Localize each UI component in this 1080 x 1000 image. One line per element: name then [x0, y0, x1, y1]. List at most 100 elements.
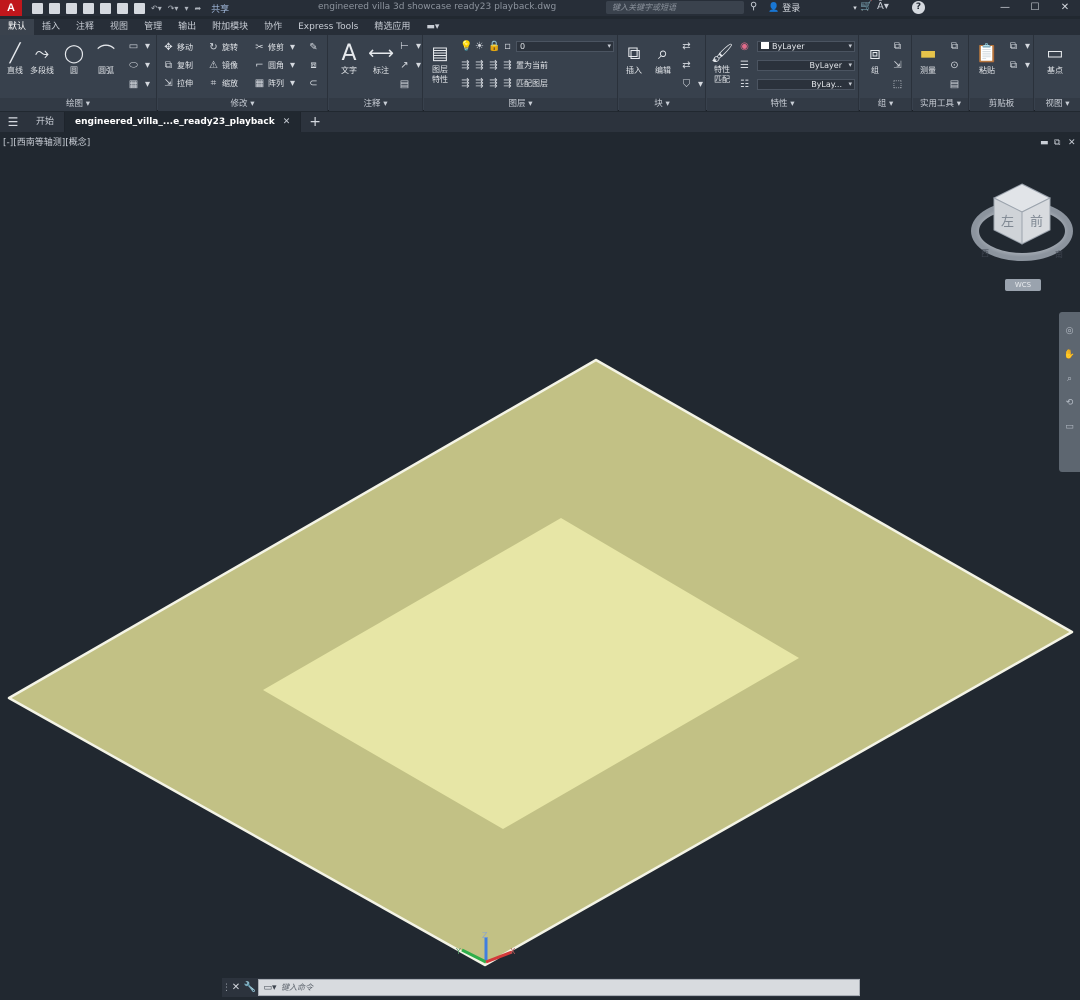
color-swatch-icon[interactable]: ▫: [502, 41, 513, 52]
panel-title-properties[interactable]: 特性 ▾: [707, 98, 858, 111]
array-tool[interactable]: ▦ 阵列 ▾: [254, 78, 298, 89]
erase-tool[interactable]: ✎: [308, 42, 319, 53]
drawing-viewport[interactable]: Z Y X 左 前 西 南 [-][西南等轴测][概念] ▬ ⧉ ✕ WCS ◎…: [0, 132, 1080, 977]
ribbon-toggle-icon[interactable]: ▬▾: [418, 19, 447, 35]
polyline-tool[interactable]: ⤳ 多段线: [30, 41, 54, 76]
layer-unlock-icon[interactable]: ⇶: [502, 78, 513, 89]
mirror-tool[interactable]: ⚠ 镜像: [208, 60, 238, 71]
layer-lock-icon[interactable]: ⇶: [502, 60, 513, 71]
layer-off-icon[interactable]: ⇶: [460, 60, 471, 71]
help-icon[interactable]: ?: [912, 1, 925, 14]
tab-express-tools[interactable]: Express Tools: [290, 19, 366, 35]
point-id-tool[interactable]: ⊙: [949, 60, 960, 71]
panel-title-modify[interactable]: 修改 ▾: [158, 98, 327, 111]
lock-icon[interactable]: 🔒: [488, 41, 500, 52]
autodesk-account-icon[interactable]: Ā▾: [877, 1, 889, 12]
dimension-tool[interactable]: ⟷ 标注: [368, 41, 394, 76]
edit-block-tool[interactable]: ⌕ 编辑: [651, 41, 675, 76]
panel-title-annotation[interactable]: 注释 ▾: [329, 98, 422, 111]
tab-featured-apps[interactable]: 精选应用: [366, 19, 418, 35]
search-icon[interactable]: ⚲: [750, 1, 757, 12]
login-button[interactable]: 👤 登录 ▾: [768, 1, 857, 15]
move-tool[interactable]: ✥ 移动: [163, 42, 193, 53]
leader-tool[interactable]: ↗ ▾: [399, 60, 424, 71]
command-line-customize-icon[interactable]: 🔧: [242, 982, 258, 993]
linear-dim-tool[interactable]: ⊢ ▾: [399, 41, 424, 52]
close-icon[interactable]: ✕: [1050, 0, 1080, 16]
command-line-close-icon[interactable]: ✕: [230, 982, 242, 993]
app-menu-button[interactable]: A: [0, 0, 22, 16]
tab-manage[interactable]: 管理: [136, 19, 170, 35]
panel-title-groups[interactable]: 组 ▾: [860, 98, 911, 111]
hatch-tool[interactable]: ⬭ ▾: [128, 60, 153, 71]
fillet-tool[interactable]: ⌐ 圆角 ▾: [254, 60, 298, 71]
layer-freeze-icon[interactable]: ⇶: [488, 60, 499, 71]
panel-title-layers[interactable]: 图层 ▾: [424, 98, 617, 111]
panel-title-clipboard[interactable]: 剪贴板: [970, 98, 1033, 111]
viewport-restore-icon[interactable]: ⧉: [1054, 138, 1060, 148]
group-edit-tool[interactable]: ⇲: [892, 60, 903, 71]
showmotion-icon[interactable]: ▭: [1059, 422, 1080, 432]
insert-block-tool[interactable]: ⧉ 插入: [622, 41, 646, 76]
layer-thaw-icon[interactable]: ⇶: [488, 78, 499, 89]
panel-title-draw[interactable]: 绘图 ▾: [0, 98, 156, 111]
tab-addins[interactable]: 附加模块: [204, 19, 256, 35]
set-current-button[interactable]: 置为当前: [516, 60, 548, 71]
panel-title-utilities[interactable]: 实用工具 ▾: [913, 98, 968, 111]
offset-tool[interactable]: ⊂: [308, 78, 319, 89]
tab-annotate[interactable]: 注释: [68, 19, 102, 35]
arc-tool[interactable]: ⌒ 圆弧: [94, 41, 118, 76]
tab-default[interactable]: 默认: [0, 19, 35, 35]
linetype-dropdown[interactable]: ByLayer ▾: [757, 60, 855, 71]
circle-tool[interactable]: ◯ 圆: [62, 41, 86, 76]
rotate-tool[interactable]: ↻ 旋转: [208, 42, 238, 53]
trim-tool[interactable]: ✂ 修剪 ▾: [254, 42, 298, 53]
layer-dropdown[interactable]: 0 ▾: [516, 41, 614, 52]
tab-drawing-active[interactable]: engineered_villa_...e_ready23_playback ✕: [65, 112, 302, 132]
tab-start[interactable]: 开始: [26, 112, 66, 132]
tab-view[interactable]: 视图: [102, 19, 136, 35]
viewport-minimize-icon[interactable]: ▬: [1040, 138, 1049, 148]
sun-icon[interactable]: ☀: [474, 41, 485, 52]
measure-tool[interactable]: ▬ 测量: [916, 41, 940, 76]
navigation-bar[interactable]: ◎ ✋ ⌕ ⟲ ▭: [1059, 312, 1080, 472]
copy-tool[interactable]: ⧉ 复制: [163, 60, 193, 71]
quick-select-tool[interactable]: ⧉: [949, 41, 960, 52]
viewport-controls-label[interactable]: [-][西南等轴测][概念]: [3, 135, 90, 148]
plot-icon[interactable]: [134, 2, 145, 14]
zoom-icon[interactable]: ⌕: [1059, 374, 1080, 384]
hamburger-menu-icon[interactable]: ☰: [0, 115, 26, 129]
orbit-icon[interactable]: ⟲: [1059, 398, 1080, 408]
open-icon[interactable]: [49, 2, 60, 14]
explode-tool[interactable]: ⧈: [308, 60, 319, 71]
tab-collaborate[interactable]: 协作: [256, 19, 290, 35]
paste-tool[interactable]: 📋 粘贴: [975, 41, 999, 76]
close-tab-icon[interactable]: ✕: [283, 112, 291, 132]
table-tool[interactable]: ▤: [399, 79, 410, 90]
line-tool[interactable]: ╱ 直线: [3, 41, 27, 76]
viewport-close-icon[interactable]: ✕: [1068, 138, 1076, 148]
ungroup-tool[interactable]: ⧉: [892, 41, 903, 52]
steering-wheel-icon[interactable]: ◎: [1059, 326, 1080, 336]
share-icon[interactable]: ➦: [194, 4, 201, 13]
base-view-tool[interactable]: ▭ 基点: [1043, 41, 1067, 76]
calculator-tool[interactable]: ▤: [949, 79, 960, 90]
layer-on-icon[interactable]: ⇶: [460, 78, 471, 89]
share-button[interactable]: 共享: [211, 2, 229, 15]
stretch-tool[interactable]: ⇲ 拉伸: [163, 78, 193, 89]
maximize-icon[interactable]: ☐: [1020, 0, 1050, 16]
tab-output[interactable]: 输出: [170, 19, 204, 35]
new-icon[interactable]: [32, 2, 43, 14]
layer-properties-tool[interactable]: ▤ 图层 特性: [428, 41, 452, 85]
command-prompt-icon[interactable]: ▭▾: [259, 983, 281, 993]
panel-title-view[interactable]: 视图 ▾: [1035, 98, 1080, 111]
edit-attributes-tool[interactable]: ⛉ ▾: [681, 79, 706, 90]
scale-tool[interactable]: ⌗ 缩放: [208, 78, 238, 89]
lineweight-dropdown[interactable]: ByLay... ▾: [757, 79, 855, 90]
color-dropdown[interactable]: ByLayer ▾: [757, 41, 855, 52]
color-picker-icon[interactable]: ◉: [739, 41, 750, 52]
group-select-tool[interactable]: ⬚: [892, 79, 903, 90]
bulb-icon[interactable]: 💡: [460, 41, 472, 52]
group-tool[interactable]: ⧈ 组: [863, 41, 887, 76]
redo-icon[interactable]: ↷▾: [168, 4, 179, 13]
